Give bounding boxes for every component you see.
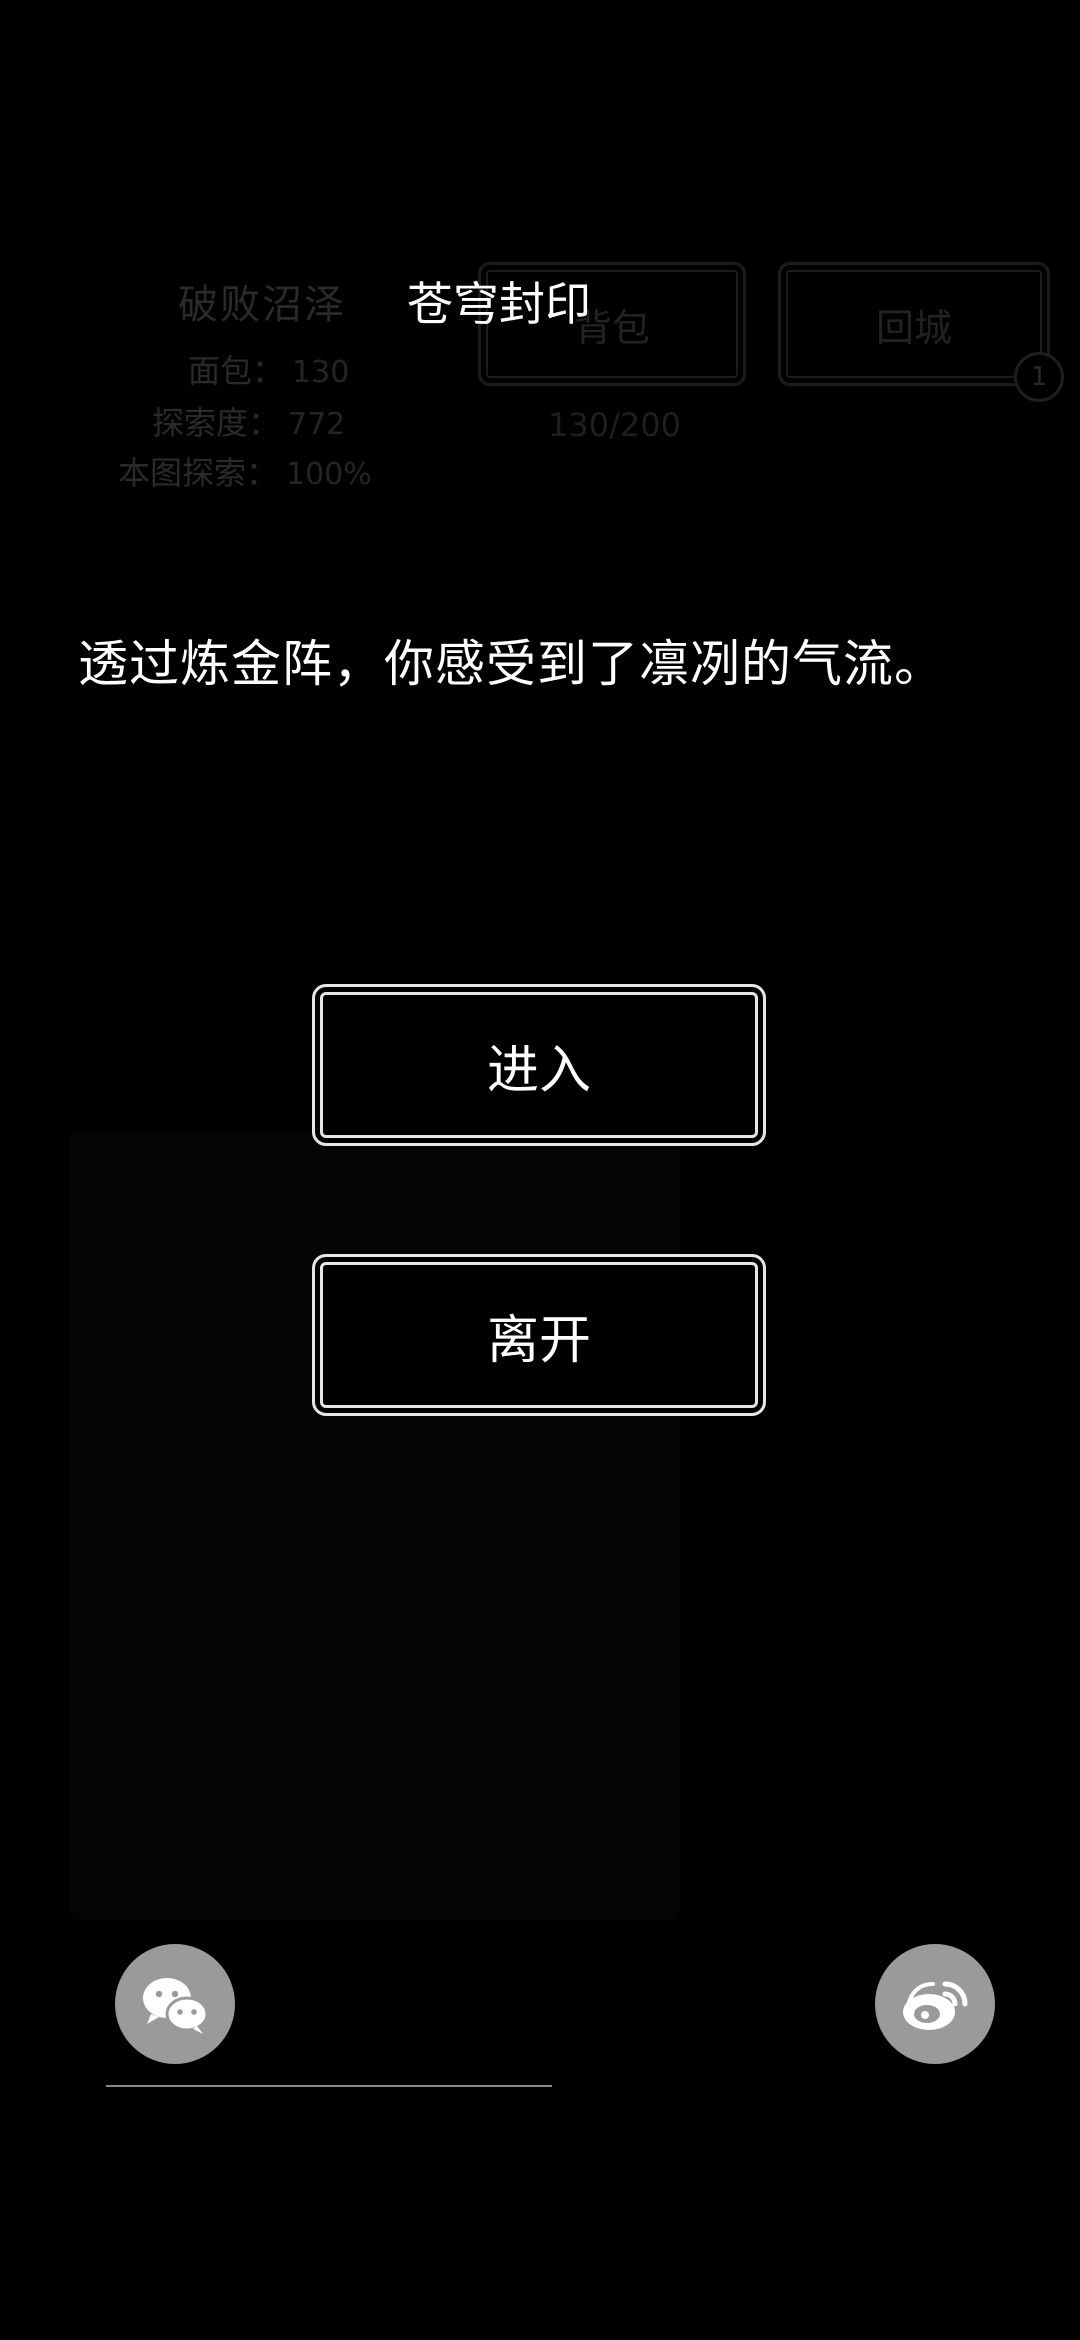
stat-exploration-value: 772 — [288, 407, 346, 442]
divider-line — [106, 2085, 552, 2087]
dialog-message: 透过炼金阵，你感受到了凛冽的气流。 — [78, 635, 945, 693]
background-map-panel — [70, 1130, 680, 1920]
enter-button[interactable]: 进入 — [312, 984, 766, 1146]
stat-map-exploration-label: 本图探索： — [118, 454, 279, 492]
stat-exploration-label: 探索度： — [152, 404, 281, 442]
return-badge: 1 — [1014, 352, 1064, 402]
stat-exploration: 探索度： 772 — [152, 398, 345, 444]
stat-bread-value: 130 — [292, 355, 350, 390]
wechat-icon — [143, 1978, 209, 2034]
bag-capacity: 130/200 — [548, 406, 681, 444]
dialog-title-text: 苍穹封印 — [407, 277, 591, 331]
stat-bread-label: 面包： — [188, 352, 285, 390]
weibo-icon — [903, 1981, 968, 2030]
weibo-share-button[interactable] — [875, 1944, 995, 2064]
wechat-share-button[interactable] — [115, 1944, 235, 2064]
leave-button[interactable]: 离开 — [312, 1254, 766, 1416]
stat-bread: 面包： 130 — [188, 346, 349, 392]
stat-map-exploration: 本图探索： 100% — [118, 448, 372, 494]
dialog-title: 苍穹封印 — [0, 268, 1079, 334]
stat-map-exploration-value: 100% — [286, 457, 372, 492]
